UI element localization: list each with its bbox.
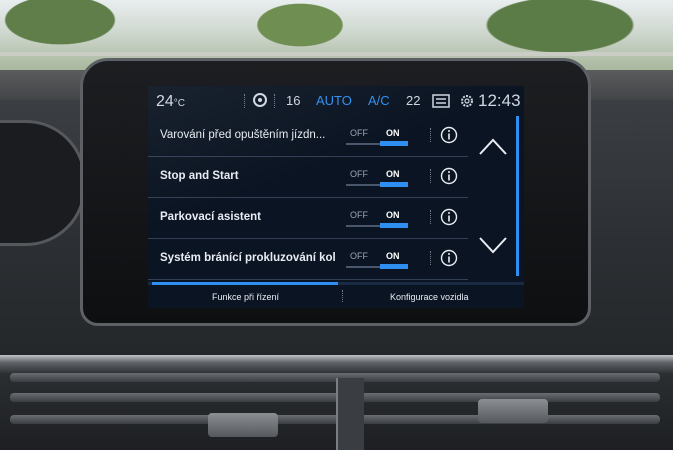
tab-bar: Funkce při řízení Konfigurace vozidla [148,282,524,308]
toggle-active-indicator [380,223,408,228]
chevron-down-icon[interactable] [478,236,508,256]
separator [430,128,431,142]
climate-status-bar: 24°C 16 AUTO A/C 22 12:43 [148,86,524,116]
setting-label: Parkovací asistent [160,211,262,223]
vent-slat [10,393,660,402]
right-temperature[interactable]: 22 [406,93,420,108]
info-icon[interactable] [440,208,458,226]
toggle-active-indicator [380,264,408,269]
temperature-unit: °C [173,98,186,109]
toggle-off-label: OFF [350,210,368,220]
separator [430,251,431,265]
setting-label: Varování před opuštěním jízdn... [160,129,326,141]
vent-adjuster[interactable] [478,399,548,423]
recirculation-icon[interactable] [432,94,450,108]
setting-label: Stop and Start [160,170,239,182]
setting-label: Systém bránící prokluzování kol [160,252,336,264]
toggle-on-label: ON [386,128,400,138]
info-icon[interactable] [440,167,458,185]
info-icon[interactable] [440,249,458,267]
separator [274,94,276,108]
touchscreen: 24°C 16 AUTO A/C 22 12:43 Varování před … [148,86,524,308]
toggle-on-label: ON [386,169,400,179]
separator [244,94,246,108]
clock: 12:43 [478,91,521,110]
setting-row-traction-control[interactable]: Systém bránící prokluzování kol OFF ON [148,239,468,280]
left-temperature-value: 24 [156,93,174,110]
active-tab-indicator [152,282,338,285]
setting-row-lane-departure[interactable]: Varování před opuštěním jízdn... OFF ON [148,116,468,157]
on-off-toggle[interactable]: OFF ON [346,169,412,187]
toggle-active-indicator [380,141,408,146]
fan-speed: 16 [286,93,301,108]
tab-driving-functions[interactable]: Funkce při řízení [212,292,279,302]
toggle-active-indicator [380,182,408,187]
scrollbar-thumb[interactable] [516,116,519,276]
setting-row-stop-start[interactable]: Stop and Start OFF ON [148,157,468,198]
auto-climate-button[interactable]: AUTO [316,93,352,108]
chevron-up-icon[interactable] [478,136,508,156]
left-temperature[interactable]: 24°C [156,93,185,111]
vent-adjuster[interactable] [208,413,278,437]
fan-icon[interactable] [252,92,268,108]
on-off-toggle[interactable]: OFF ON [346,128,412,146]
info-icon[interactable] [440,126,458,144]
separator [342,290,343,302]
tab-vehicle-configuration[interactable]: Konfigurace vozidla [390,292,469,302]
ac-button[interactable]: A/C [368,93,390,108]
on-off-toggle[interactable]: OFF ON [346,210,412,228]
toggle-off-label: OFF [350,251,368,261]
toggle-on-label: ON [386,210,400,220]
toggle-off-label: OFF [350,128,368,138]
toggle-on-label: ON [386,251,400,261]
separator [430,169,431,183]
gear-icon[interactable] [460,94,474,108]
settings-list: Varování před opuštěním jízdn... OFF ON … [148,116,468,280]
on-off-toggle[interactable]: OFF ON [346,251,412,269]
setting-row-parking-assist[interactable]: Parkovací asistent OFF ON [148,198,468,239]
vent-slat [10,415,660,424]
vent-divider [336,378,364,450]
toggle-off-label: OFF [350,169,368,179]
vent-slat [10,373,660,382]
separator [430,210,431,224]
guard-rail [0,52,673,56]
